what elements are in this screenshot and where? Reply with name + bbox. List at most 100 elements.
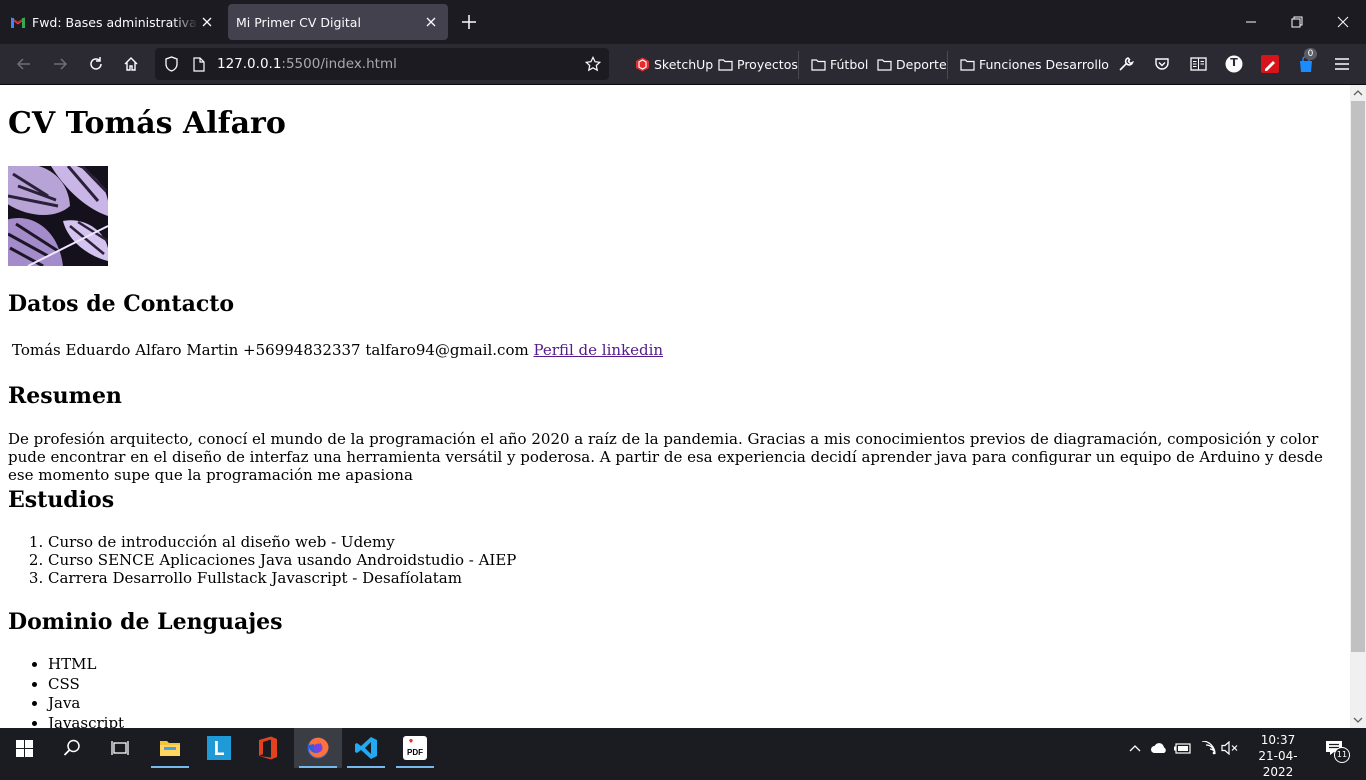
list-item: Curso de introducción al diseño web - Ud… — [48, 533, 516, 551]
tab-gmail[interactable]: Fwd: Bases administrativas y técnicas — [2, 4, 224, 40]
toolbar-separator — [947, 51, 948, 79]
scroll-down-arrow-icon[interactable] — [1350, 712, 1366, 728]
page-title: CV Tomás Alfaro — [8, 106, 286, 141]
url-text[interactable]: 127.0.0.1:5500/index.html — [217, 56, 397, 72]
clock-date: 21-04-2022 — [1258, 749, 1298, 779]
url-host: 127.0.0.1 — [217, 56, 282, 72]
folder-icon — [876, 56, 892, 72]
linkedin-link[interactable]: Perfil de linkedin — [533, 341, 663, 359]
close-window-button[interactable] — [1320, 0, 1366, 44]
plus-icon — [462, 15, 476, 29]
contact-text: Tomás Eduardo Alfaro Martin +56994832337… — [12, 341, 529, 359]
forward-button[interactable] — [48, 52, 72, 76]
hamburger-menu-icon[interactable] — [1332, 54, 1352, 74]
scroll-up-arrow-icon[interactable] — [1350, 85, 1366, 101]
profile-photo — [8, 166, 108, 266]
sketchup-icon — [634, 56, 650, 72]
reload-icon — [90, 57, 102, 70]
minimize-icon — [1246, 21, 1256, 23]
close-tab-icon[interactable] — [422, 13, 440, 31]
monstera-leaves-image — [8, 166, 108, 266]
navigation-toolbar: 127.0.0.1:5500/index.html SketchUp Proye… — [0, 44, 1366, 85]
taskbar-firefox[interactable] — [294, 728, 342, 768]
back-arrow-icon — [16, 58, 30, 70]
toolbar-separator — [798, 51, 799, 79]
list-item: HTML — [48, 655, 124, 675]
reload-button[interactable] — [84, 52, 108, 76]
account-initial: T — [1230, 56, 1238, 69]
extension-badge: 0 — [1304, 48, 1317, 60]
folder-icon — [810, 56, 826, 72]
close-icon — [1337, 16, 1349, 28]
taskbar-l-app[interactable] — [195, 728, 243, 768]
tab-cv[interactable]: Mi Primer CV Digital — [228, 4, 448, 40]
back-button[interactable] — [12, 52, 36, 76]
firefox-icon — [307, 737, 329, 759]
bookmark-label: Deporte — [896, 56, 947, 72]
url-path: :5500/index.html — [281, 56, 397, 72]
bookmark-futbol[interactable]: Fútbol — [810, 54, 868, 74]
url-bar[interactable]: 127.0.0.1:5500/index.html — [155, 48, 609, 80]
home-icon — [124, 57, 138, 71]
volume-muted-icon[interactable] — [1220, 738, 1240, 758]
scrollbar-thumb[interactable] — [1351, 101, 1365, 652]
list-item: Carrera Desarrollo Fullstack Javascript … — [48, 569, 516, 587]
restore-button[interactable] — [1274, 0, 1320, 44]
taskbar-file-explorer[interactable] — [146, 728, 194, 768]
list-item: CSS — [48, 675, 124, 695]
bookmark-label: SketchUp — [654, 56, 714, 72]
pocket-icon[interactable] — [1152, 54, 1172, 74]
taskbar-ilovepdf[interactable]: PDF — [391, 728, 439, 768]
search-button[interactable] — [48, 728, 96, 768]
wrench-icon[interactable] — [1116, 54, 1136, 74]
new-tab-button[interactable] — [458, 11, 480, 33]
svg-text:PDF: PDF — [407, 748, 423, 757]
list-item: Javascript — [48, 714, 124, 729]
home-button[interactable] — [119, 52, 143, 76]
forward-arrow-icon — [54, 58, 68, 70]
task-view-icon — [111, 741, 129, 755]
ilovepdf-icon: PDF — [403, 736, 427, 760]
minimize-button[interactable] — [1228, 0, 1274, 44]
studies-heading: Estudios — [8, 487, 115, 513]
wifi-icon[interactable] — [1198, 738, 1218, 758]
onedrive-icon[interactable] — [1149, 738, 1169, 758]
studies-list: Curso de introducción al diseño web - Ud… — [48, 533, 516, 587]
folder-icon — [959, 56, 975, 72]
bookmark-deporte[interactable]: Deporte — [876, 54, 947, 74]
battery-icon[interactable] — [1173, 738, 1193, 758]
extension-bag-icon[interactable]: 0 — [1296, 48, 1317, 74]
account-avatar-icon[interactable]: T — [1224, 54, 1244, 74]
taskbar-vscode[interactable] — [342, 728, 390, 768]
office-icon — [259, 736, 277, 760]
pen-extension-icon[interactable] — [1260, 54, 1280, 74]
gmail-icon — [10, 14, 26, 30]
vertical-scrollbar[interactable] — [1350, 85, 1366, 728]
tab-strip: Fwd: Bases administrativas y técnicas Mi… — [0, 0, 1366, 44]
notification-center-icon[interactable]: 11 — [1324, 738, 1350, 763]
close-tab-icon[interactable] — [198, 13, 216, 31]
start-button[interactable] — [0, 728, 48, 768]
task-view-button[interactable] — [96, 728, 144, 768]
system-clock[interactable]: 10:37 21-04-2022 — [1244, 732, 1312, 780]
bookmark-funciones-desarrollo[interactable]: Funciones Desarrollo — [959, 54, 1109, 74]
bookmark-star-icon[interactable] — [585, 56, 601, 72]
list-item: Java — [48, 694, 124, 714]
vscode-icon — [355, 737, 377, 759]
bookmark-label: Proyectos — [737, 56, 798, 72]
shield-icon[interactable] — [163, 56, 179, 72]
l-app-icon — [207, 736, 231, 760]
windows-taskbar: PDF 10:37 21-04-2022 11 — [0, 728, 1366, 779]
list-item: Curso SENCE Aplicaciones Java usando And… — [48, 551, 516, 569]
taskbar-office[interactable] — [244, 728, 292, 768]
bookmark-sketchup[interactable]: SketchUp — [634, 54, 713, 74]
windows-start-icon — [15, 739, 33, 757]
file-explorer-icon — [160, 741, 180, 756]
page-icon[interactable] — [191, 56, 207, 72]
reader-view-icon[interactable] — [1188, 54, 1208, 74]
languages-heading: Dominio de Lenguajes — [8, 609, 283, 635]
contact-paragraph: Tomás Eduardo Alfaro Martin +56994832337… — [12, 341, 663, 359]
notification-count-badge: 11 — [1334, 747, 1350, 763]
show-hidden-icons-button[interactable] — [1125, 738, 1145, 758]
bookmark-proyectos[interactable]: Proyectos — [717, 54, 798, 74]
